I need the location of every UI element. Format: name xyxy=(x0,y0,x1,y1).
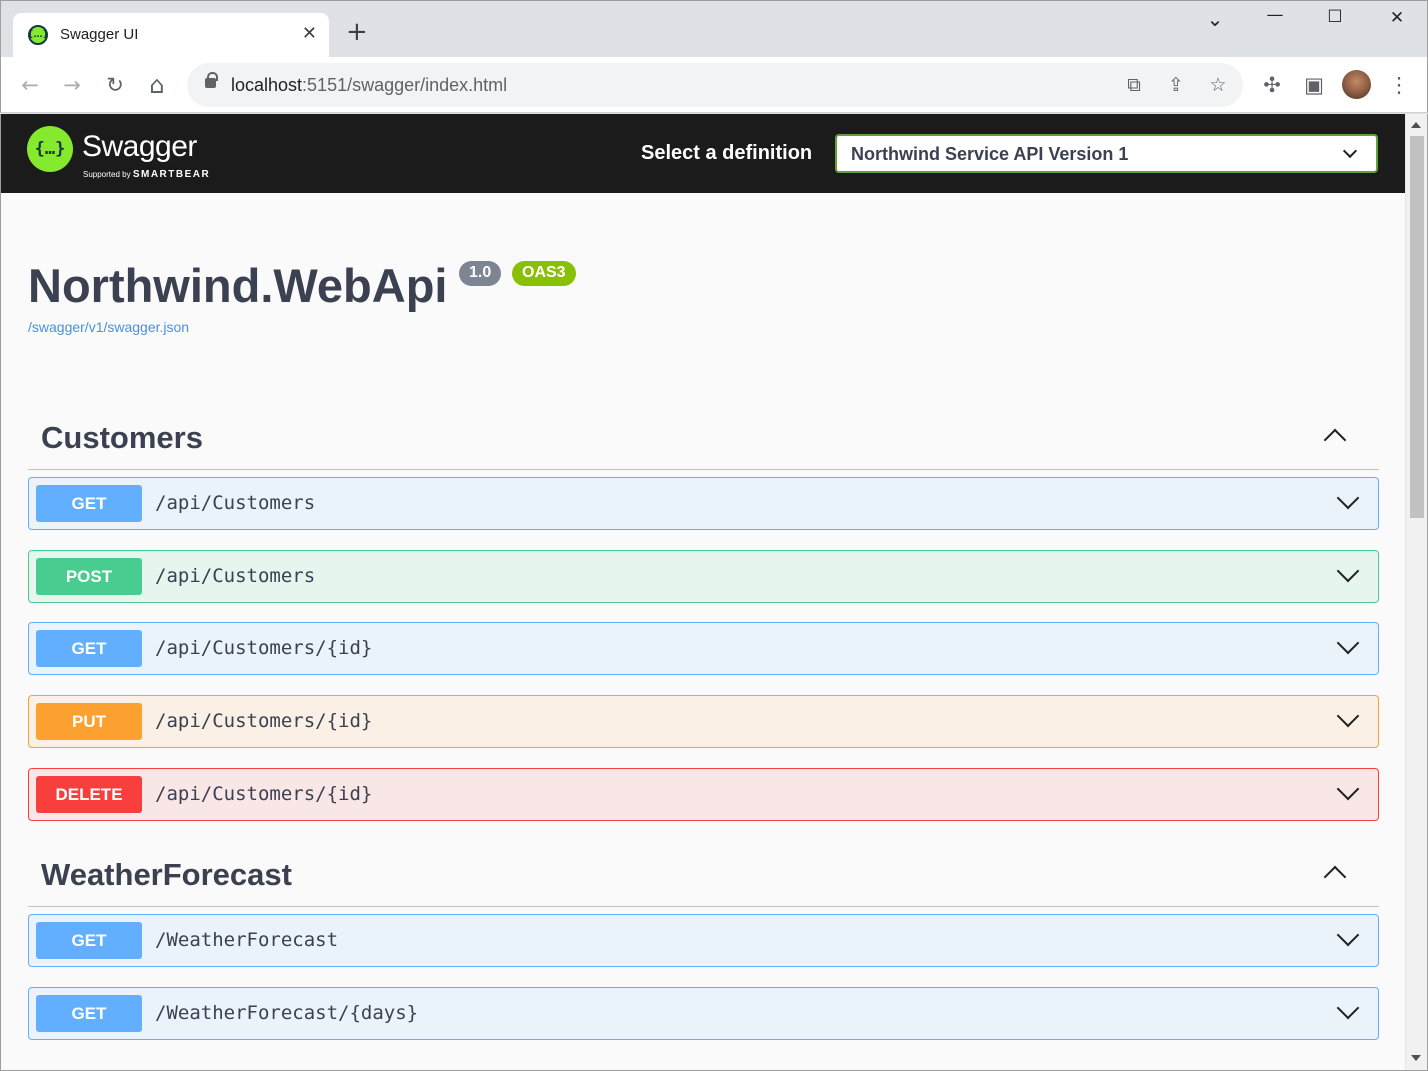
swagger-topbar: {…} Swagger Supported by SMARTBEAR Selec… xyxy=(1,114,1405,193)
method-badge: GET xyxy=(36,995,142,1032)
url-text[interactable]: localhost:5151/swagger/index.html xyxy=(231,75,507,96)
tab-title: Swagger UI xyxy=(60,26,139,43)
spec-json-link[interactable]: /swagger/v1/swagger.json xyxy=(28,319,189,335)
chevron-down-icon[interactable] xyxy=(1336,704,1360,728)
operation-get-customer-by-id[interactable]: GET /api/Customers/{id} xyxy=(28,622,1379,675)
operation-path: /WeatherForecast xyxy=(155,929,339,951)
method-badge: GET xyxy=(36,630,142,667)
swagger-logo-icon[interactable]: {…} xyxy=(27,126,73,172)
bookmark-star-icon[interactable]: ☆ xyxy=(1206,73,1230,97)
chevron-down-icon xyxy=(1342,143,1358,159)
tag-name: Customers xyxy=(41,420,203,455)
definition-select[interactable]: Northwind Service API Version 1 xyxy=(835,134,1378,173)
tag-name: WeatherForecast xyxy=(41,857,292,892)
scroll-up-arrow-icon[interactable] xyxy=(1411,122,1421,128)
swagger-logo-text[interactable]: Swagger xyxy=(82,130,197,164)
chevron-up-icon[interactable] xyxy=(1323,428,1347,452)
operation-post-customers[interactable]: POST /api/Customers xyxy=(28,550,1379,603)
browser-tab[interactable]: {…} Swagger UI ✕ xyxy=(13,13,329,58)
page-viewport: {…} Swagger Supported by SMARTBEAR Selec… xyxy=(0,114,1428,1071)
method-badge: POST xyxy=(36,558,142,595)
chevron-down-icon[interactable] xyxy=(1336,631,1360,655)
vertical-scrollbar[interactable] xyxy=(1405,114,1427,1070)
chevron-down-icon[interactable] xyxy=(1336,777,1360,801)
swagger-favicon-icon: {…} xyxy=(27,25,49,45)
new-tab-button[interactable]: + xyxy=(346,19,368,45)
operation-path: /api/Customers/{id} xyxy=(155,637,373,659)
tab-search-icon[interactable]: ⌄ xyxy=(1195,7,1235,33)
browser-toolbar: ← → ↻ ⌂ localhost:5151/swagger/index.htm… xyxy=(0,57,1428,113)
definition-label: Select a definition xyxy=(641,142,813,164)
operation-delete-customer[interactable]: DELETE /api/Customers/{id} xyxy=(28,768,1379,821)
definition-select-value: Northwind Service API Version 1 xyxy=(851,144,1129,164)
open-in-app-icon[interactable]: ⧉ xyxy=(1122,73,1146,97)
profile-avatar[interactable] xyxy=(1342,70,1371,99)
operation-get-customers[interactable]: GET /api/Customers xyxy=(28,477,1379,530)
scrollbar-thumb[interactable] xyxy=(1410,136,1424,518)
operation-get-weatherforecast[interactable]: GET /WeatherForecast xyxy=(28,914,1379,967)
browser-tab-strip: {…} Swagger UI ✕ + ⌄ — ☐ ✕ xyxy=(0,0,1428,58)
tab-close-icon[interactable]: ✕ xyxy=(302,23,317,44)
chevron-down-icon[interactable] xyxy=(1336,996,1360,1020)
method-badge: DELETE xyxy=(36,776,142,813)
operation-path: /WeatherForecast/{days} xyxy=(155,1002,419,1024)
api-title: Northwind.WebApi xyxy=(28,259,448,312)
method-badge: GET xyxy=(36,485,142,522)
back-icon[interactable]: ← xyxy=(16,71,44,99)
operation-path: /api/Customers/{id} xyxy=(155,783,373,805)
maximize-button[interactable]: ☐ xyxy=(1315,7,1355,33)
chevron-down-icon[interactable] xyxy=(1336,486,1360,510)
operation-path: /api/Customers xyxy=(155,492,316,514)
home-icon[interactable]: ⌂ xyxy=(143,71,171,99)
chevron-down-icon[interactable] xyxy=(1336,559,1360,583)
scroll-down-arrow-icon[interactable] xyxy=(1411,1055,1421,1061)
browser-menu-icon[interactable]: ⋮ xyxy=(1385,71,1413,99)
method-badge: GET xyxy=(36,922,142,959)
version-badge: 1.0 xyxy=(459,261,502,286)
operation-path: /api/Customers/{id} xyxy=(155,710,373,732)
chevron-down-icon[interactable] xyxy=(1336,923,1360,947)
chevron-up-icon[interactable] xyxy=(1323,865,1347,889)
address-bar[interactable]: localhost:5151/swagger/index.html ⧉ ⇪ ☆ xyxy=(187,63,1243,107)
share-icon[interactable]: ⇪ xyxy=(1164,73,1188,97)
oas-badge: OAS3 xyxy=(512,261,576,286)
tag-header-weatherforecast[interactable]: WeatherForecast xyxy=(28,847,1379,907)
forward-icon[interactable]: → xyxy=(58,71,86,99)
operation-put-customer[interactable]: PUT /api/Customers/{id} xyxy=(28,695,1379,748)
method-badge: PUT xyxy=(36,703,142,740)
lock-icon[interactable] xyxy=(205,72,218,88)
operation-get-weatherforecast-days[interactable]: GET /WeatherForecast/{days} xyxy=(28,987,1379,1040)
smartbear-tagline: Supported by SMARTBEAR xyxy=(83,169,211,180)
side-panel-icon[interactable]: ▣ xyxy=(1300,71,1328,99)
reload-icon[interactable]: ↻ xyxy=(101,71,129,99)
minimize-button[interactable]: — xyxy=(1255,5,1295,31)
extensions-icon[interactable]: ✣ xyxy=(1258,71,1286,99)
close-window-button[interactable]: ✕ xyxy=(1377,8,1417,34)
operation-path: /api/Customers xyxy=(155,565,316,587)
tag-header-customers[interactable]: Customers xyxy=(28,410,1379,470)
